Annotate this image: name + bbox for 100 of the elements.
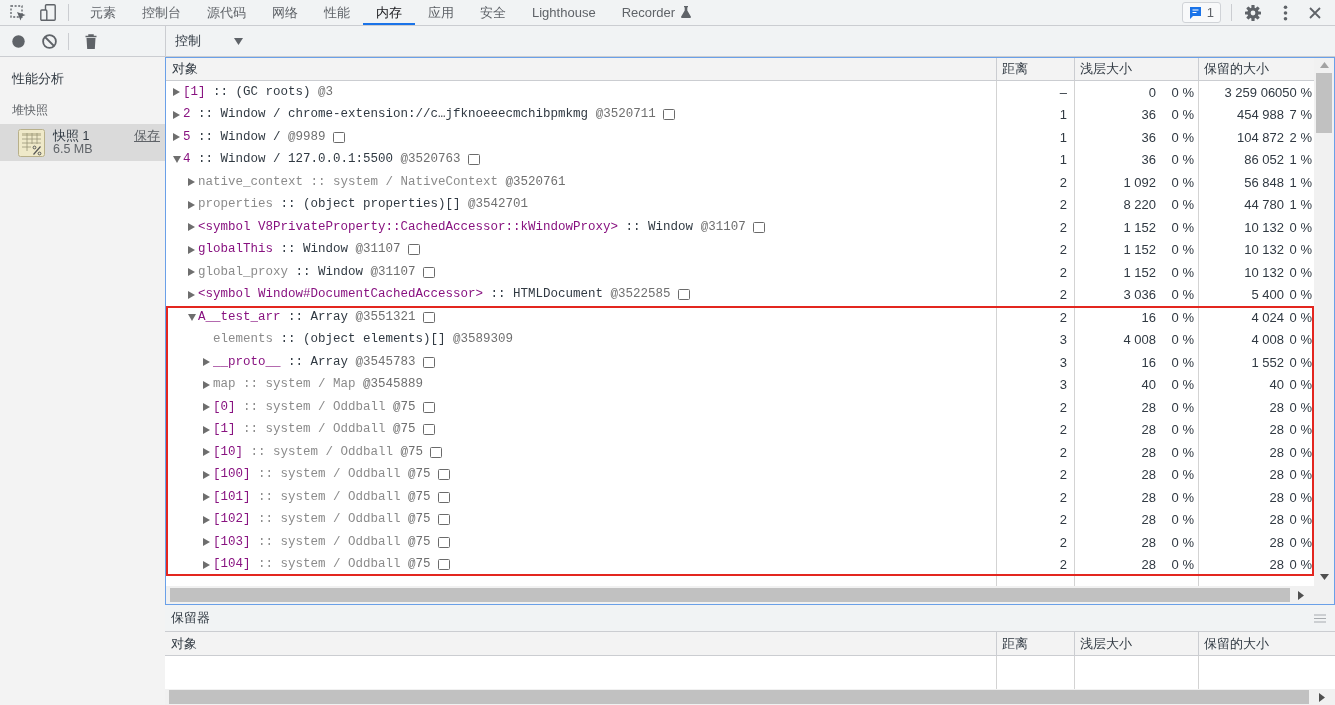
- caret-down-icon[interactable]: [188, 313, 196, 321]
- square-icon[interactable]: [677, 289, 690, 301]
- caret-right-icon[interactable]: [203, 493, 210, 502]
- shallow-percent-value: 0 %: [1171, 83, 1194, 102]
- tab[interactable]: 控制台: [129, 0, 194, 25]
- caret-right-icon[interactable]: [203, 380, 210, 389]
- square-icon[interactable]: [422, 401, 435, 413]
- square-icon[interactable]: [467, 154, 480, 166]
- column-header[interactable]: 对象: [166, 58, 996, 80]
- grip-lines-icon[interactable]: [1314, 613, 1326, 623]
- shallow-size-value: 16: [1141, 353, 1156, 372]
- caret-right-icon[interactable]: [188, 290, 195, 299]
- snapshot-title: 快照 1: [53, 129, 91, 143]
- square-icon[interactable]: [437, 514, 450, 526]
- spreadsheet-icon: [18, 128, 45, 157]
- caret-right-icon[interactable]: [188, 268, 195, 277]
- view-dropdown[interactable]: 控制: [166, 29, 250, 53]
- shallow-size-value: 1 092: [1123, 173, 1156, 192]
- settings-icon[interactable]: [1244, 3, 1262, 22]
- issues-button[interactable]: 1: [1181, 2, 1221, 23]
- tab[interactable]: Recorder: [608, 0, 705, 25]
- square-icon[interactable]: [422, 311, 435, 323]
- triangle-right-icon[interactable]: [1298, 590, 1304, 600]
- square-icon[interactable]: [422, 424, 435, 436]
- tab[interactable]: 源代码: [194, 0, 259, 25]
- distance-value: 2: [1059, 286, 1067, 304]
- caret-down-icon: [234, 37, 243, 45]
- vertical-scrollbar[interactable]: [1314, 58, 1334, 586]
- retained-percent-value: 0 %: [1289, 218, 1312, 237]
- tab[interactable]: 网络: [259, 0, 311, 25]
- triangle-down-icon[interactable]: [1319, 574, 1329, 580]
- shallow-size-value: 28: [1141, 466, 1156, 484]
- caret-right-icon[interactable]: [203, 515, 210, 524]
- retained-percent-value: 1 %: [1289, 151, 1312, 169]
- prohibit-icon[interactable]: [42, 33, 57, 49]
- scrollbar-thumb[interactable]: [1316, 73, 1332, 133]
- tab[interactable]: 元素: [77, 0, 129, 25]
- square-icon[interactable]: [662, 109, 675, 121]
- cursor-box-icon[interactable]: [10, 4, 26, 21]
- tab[interactable]: 安全: [467, 0, 519, 25]
- square-icon[interactable]: [422, 266, 435, 278]
- square-icon[interactable]: [430, 446, 443, 458]
- phone-tablet-icon[interactable]: [40, 4, 56, 21]
- square-icon[interactable]: [437, 469, 450, 481]
- caret-right-icon[interactable]: [203, 358, 210, 367]
- object-label: __proto__ :: Array @3545783: [213, 353, 416, 371]
- column-header[interactable]: 距离: [996, 632, 1074, 655]
- shallow-size-value: 4 008: [1123, 331, 1156, 349]
- square-icon[interactable]: [752, 221, 765, 233]
- column-header[interactable]: 对象: [165, 632, 996, 655]
- column-header[interactable]: 浅层大小: [1074, 632, 1198, 655]
- object-label: elements :: (object elements)[] @3589309: [213, 331, 514, 349]
- save-link[interactable]: 保存: [134, 129, 160, 143]
- caret-right-icon[interactable]: [203, 538, 210, 547]
- close-icon[interactable]: [1309, 6, 1321, 19]
- more-vertical-icon[interactable]: [1283, 4, 1288, 21]
- retained-percent-value: 0 %: [1289, 331, 1312, 349]
- retained-percent-value: 0 %: [1289, 488, 1312, 507]
- shallow-percent-value: 0 %: [1171, 556, 1194, 574]
- horizontal-scrollbar[interactable]: [166, 586, 1334, 604]
- caret-right-icon[interactable]: [188, 223, 195, 232]
- caret-down-icon[interactable]: [173, 156, 181, 164]
- shallow-percent-value: 0 %: [1171, 286, 1194, 304]
- shallow-size-value: 28: [1141, 556, 1156, 574]
- caret-right-icon[interactable]: [203, 403, 210, 412]
- shallow-size-value: 36: [1141, 106, 1156, 124]
- trash-icon[interactable]: [85, 33, 97, 49]
- caret-right-icon[interactable]: [173, 110, 180, 119]
- caret-right-icon[interactable]: [188, 245, 195, 254]
- caret-right-icon[interactable]: [173, 88, 180, 97]
- tab[interactable]: 性能: [311, 0, 363, 25]
- caret-right-icon[interactable]: [203, 425, 210, 434]
- tab[interactable]: 应用: [415, 0, 467, 25]
- retained-size-value: 4 024: [1251, 308, 1284, 327]
- triangle-right-icon[interactable]: [1319, 692, 1325, 702]
- caret-right-icon[interactable]: [173, 133, 180, 142]
- caret-right-icon[interactable]: [203, 470, 210, 479]
- caret-right-icon[interactable]: [203, 560, 210, 569]
- column-header[interactable]: 浅层大小: [1074, 58, 1198, 80]
- caret-right-icon[interactable]: [188, 200, 195, 209]
- square-icon[interactable]: [437, 559, 450, 571]
- tab[interactable]: Lighthouse: [519, 0, 609, 25]
- caret-right-icon[interactable]: [203, 448, 210, 457]
- retained-size-value: 56 848: [1244, 173, 1284, 192]
- snapshot-item[interactable]: 快照 1 6.5 MB 保存: [0, 124, 165, 161]
- retained-percent-value: 0 %: [1289, 421, 1312, 439]
- caret-right-icon[interactable]: [188, 178, 195, 187]
- record-icon[interactable]: [12, 34, 25, 48]
- square-icon[interactable]: [437, 491, 450, 503]
- distance-value: 2: [1059, 263, 1067, 282]
- scrollbar-thumb[interactable]: [170, 588, 1290, 602]
- square-icon[interactable]: [332, 131, 345, 143]
- column-header[interactable]: 保留的大小: [1198, 632, 1335, 655]
- square-icon[interactable]: [407, 244, 420, 256]
- distance-value: 3: [1059, 376, 1067, 394]
- object-label: [0] :: system / Oddball @75: [213, 398, 416, 416]
- square-icon[interactable]: [422, 356, 435, 368]
- retained-percent-value: 0 %: [1289, 511, 1312, 529]
- column-header[interactable]: 距离: [996, 58, 1074, 80]
- square-icon[interactable]: [437, 536, 450, 548]
